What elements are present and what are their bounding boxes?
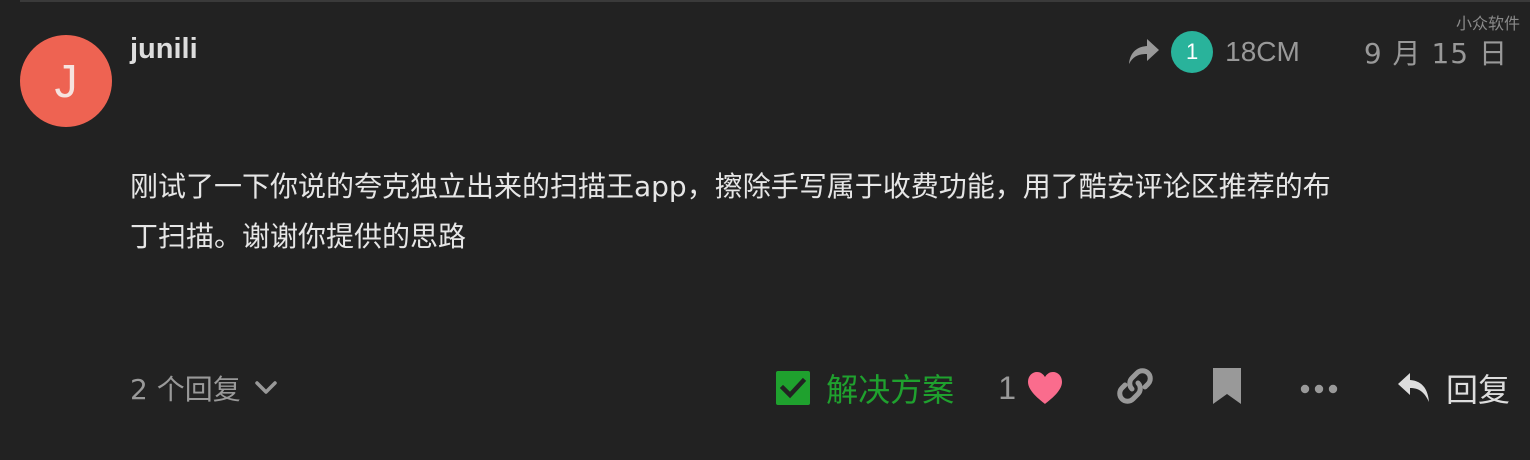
reply-arrow-icon <box>1396 371 1434 405</box>
link-icon <box>1116 367 1154 409</box>
replies-count-label: 2 个回复 <box>130 373 241 406</box>
solution-label: 解决方案 <box>826 371 955 409</box>
like-button[interactable]: 1 <box>998 370 1064 407</box>
like-count: 1 <box>998 369 1016 406</box>
post-body-line: 丁扫描。谢谢你提供的思路 <box>130 220 467 253</box>
show-replies-button[interactable]: 2 个回复 <box>130 365 277 411</box>
avatar[interactable]: J <box>20 35 112 127</box>
reply-label: 回复 <box>1445 371 1510 409</box>
reply-to-username: 18CM <box>1225 36 1300 67</box>
share-arrow-icon <box>1127 37 1161 67</box>
more-options-button[interactable] <box>1300 379 1338 398</box>
post-actions: 解决方案 1 回复 <box>776 362 1510 414</box>
post-meta: 1 18CM 9 月 15 日 <box>1127 30 1508 74</box>
post-body-line: 刚试了一下你说的夸克独立出来的扫描王app，擦除手写属于收费功能，用了酷安评论区… <box>130 170 1331 203</box>
avatar-letter: J <box>54 55 78 107</box>
heart-icon <box>1026 371 1064 405</box>
copy-link-button[interactable] <box>1116 367 1154 409</box>
username[interactable]: junili <box>130 33 198 66</box>
bookmark-button[interactable] <box>1212 367 1242 409</box>
solution-button[interactable]: 解决方案 <box>776 365 954 411</box>
top-divider <box>20 0 1530 2</box>
reply-to-link[interactable]: 1 18CM <box>1127 31 1300 73</box>
post-date[interactable]: 9 月 15 日 <box>1364 32 1508 72</box>
checkbox-checked-icon <box>776 371 811 405</box>
chevron-down-icon <box>254 381 277 395</box>
reply-button[interactable]: 回复 <box>1396 365 1510 411</box>
post-body: 刚试了一下你说的夸克独立出来的扫描王app，擦除手写属于收费功能，用了酷安评论区… <box>130 162 1510 262</box>
ellipsis-icon <box>1300 379 1338 398</box>
bookmark-icon <box>1212 367 1242 409</box>
reply-to-badge: 1 <box>1171 31 1214 73</box>
